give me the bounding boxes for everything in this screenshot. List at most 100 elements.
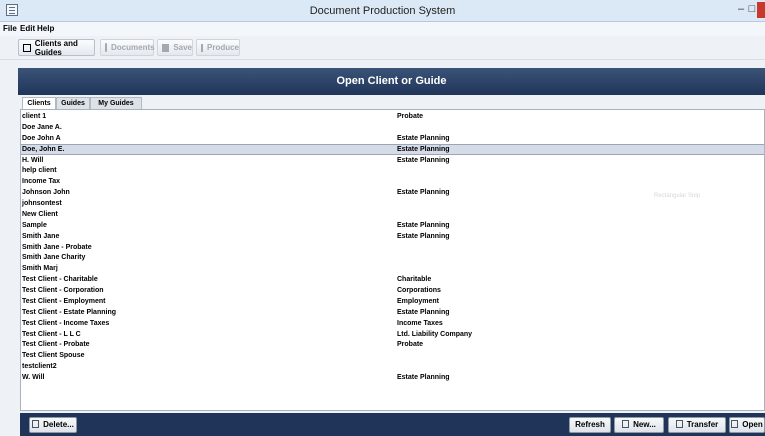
client-row[interactable]: Smith Marj (21, 263, 764, 274)
snip-ghost-label: Rectangular Snip (654, 193, 701, 199)
client-row[interactable]: Test Client - Employment Employment (21, 296, 764, 307)
new-client-icon (622, 420, 630, 428)
client-type: Ltd. Liability Company (397, 330, 473, 338)
client-row[interactable]: Doe, John E. Estate Planning (21, 143, 764, 155)
client-type: Estate Planning (397, 145, 450, 153)
client-row[interactable]: H. Will Estate Planning (21, 155, 764, 166)
client-name: johnsontest (22, 200, 62, 208)
client-row[interactable]: help client (21, 165, 764, 176)
clients-guides-label: Clients and Guides (34, 38, 78, 57)
client-row[interactable]: Doe Jane A. (21, 122, 764, 133)
client-row[interactable]: Smith Jane Estate Planning (21, 231, 764, 242)
produce-button[interactable]: Produce (196, 39, 240, 56)
client-type: Estate Planning (397, 156, 450, 164)
client-name: Doe Jane A. (22, 123, 62, 131)
client-row[interactable]: Test Client - Probate Probate (21, 339, 764, 350)
client-type: Employment (397, 297, 440, 305)
close-button[interactable] (757, 2, 765, 18)
client-name: Sample (22, 221, 47, 229)
new-label: New... (633, 420, 656, 429)
menu-file[interactable]: File (3, 24, 17, 33)
open-button[interactable]: Open (729, 417, 765, 433)
menu-help[interactable]: Help (37, 24, 54, 33)
toolbar: Clients and Guides Documents Save Produc… (0, 36, 765, 60)
delete-button[interactable]: Delete... (29, 417, 77, 433)
menu-bar: File Edit Help (0, 22, 765, 36)
tab-my-guides[interactable]: My Guides (90, 97, 142, 109)
client-row[interactable]: New Client (21, 209, 764, 220)
refresh-button[interactable]: Refresh (569, 417, 611, 433)
open-client-panel: Open Client or Guide Clients Guides My G… (8, 64, 765, 436)
client-name: Smith Marj (22, 265, 58, 273)
client-row[interactable]: Test Client - L L C Ltd. Liability Compan… (21, 329, 764, 340)
save-button[interactable]: Save (157, 39, 193, 56)
client-type: Probate (397, 113, 424, 120)
transfer-label: Transfer (686, 420, 719, 429)
client-name: Test Client - Probate (22, 341, 90, 349)
documents-label: Documents (111, 43, 155, 52)
client-name: Smith Jane (22, 232, 60, 240)
client-name: client 1 (22, 113, 47, 120)
window-title: Document Production System (309, 5, 456, 17)
client-name: Income Tax (22, 178, 60, 186)
client-name: Test Client - Estate Planning (22, 308, 116, 316)
client-row[interactable]: Income Tax (21, 176, 764, 187)
client-name: Doe John A (22, 134, 61, 142)
client-name: W. Will (22, 374, 45, 382)
client-type: Estate Planning (397, 308, 450, 316)
client-row[interactable]: Test Client - Charitable Charitable (21, 274, 764, 285)
client-type: Estate Planning (397, 134, 450, 142)
client-type: Estate Planning (397, 189, 450, 197)
clients-guides-button[interactable]: Clients and Guides (18, 38, 95, 57)
client-name: Test Client - Corporation (22, 287, 104, 295)
client-type: Probate (397, 341, 424, 349)
client-name: Smith Jane Charity (22, 254, 86, 262)
tab-guides[interactable]: Guides (56, 97, 90, 109)
maximize-button[interactable]: □ (747, 2, 757, 18)
client-name: Test Client Spouse (22, 352, 85, 360)
client-row[interactable]: Doe John A Estate Planning (21, 133, 764, 144)
client-row[interactable]: W. Will Estate Planning (21, 372, 764, 383)
client-row[interactable]: Test Client Spouse (21, 350, 764, 361)
client-type: Estate Planning (397, 221, 450, 229)
client-name: Test Client - L L C (22, 330, 81, 338)
client-name: Johnson John (22, 189, 70, 197)
client-type: Estate Planning (397, 374, 450, 382)
client-type: Charitable (397, 276, 432, 284)
client-row[interactable]: Sample Estate Planning (21, 220, 764, 231)
transfer-icon (675, 420, 683, 428)
client-type: Corporations (397, 287, 441, 295)
client-row[interactable]: client 1 Probate (21, 111, 764, 122)
delete-label: Delete... (43, 420, 74, 429)
client-name: Doe, John E. (22, 145, 65, 153)
transfer-button[interactable]: Transfer (668, 417, 726, 433)
printer-icon (23, 43, 31, 52)
client-row[interactable]: Smith Jane Charity (21, 252, 764, 263)
action-bar: Delete... Refresh New... Transfer Open (20, 413, 765, 436)
client-row[interactable]: Test Client - Estate Planning Estate Plan… (21, 307, 764, 318)
open-icon (731, 420, 739, 428)
client-row[interactable]: Test Client - Income Taxes Income Taxes (21, 318, 764, 329)
client-row[interactable]: testclient2 (21, 361, 764, 372)
menu-edit[interactable]: Edit (20, 24, 35, 33)
tab-clients[interactable]: Clients (22, 97, 56, 109)
client-name: Test Client - Employment (22, 297, 106, 305)
produce-icon (201, 43, 203, 52)
open-label: Open (742, 420, 763, 429)
client-name: help client (22, 167, 57, 175)
client-list[interactable]: client 1 Probate Doe Jane A. Doe John A Esta… (20, 109, 765, 411)
client-row[interactable]: Smith Jane - Probate (21, 242, 764, 253)
client-name: Test Client - Charitable (22, 276, 98, 284)
minimize-button[interactable]: – (734, 2, 748, 18)
new-button[interactable]: New... (614, 417, 664, 433)
client-type: Income Taxes (397, 319, 443, 327)
produce-label: Produce (207, 43, 240, 52)
documents-button[interactable]: Documents (100, 39, 155, 56)
client-row[interactable]: Test Client - Corporation Corporations (21, 285, 764, 296)
documents-icon (105, 43, 107, 52)
title-bar: Document Production System – □ (0, 0, 765, 22)
delete-icon (32, 420, 40, 428)
client-name: Smith Jane - Probate (22, 243, 92, 251)
save-icon (162, 43, 170, 52)
client-name: testclient2 (22, 363, 57, 371)
